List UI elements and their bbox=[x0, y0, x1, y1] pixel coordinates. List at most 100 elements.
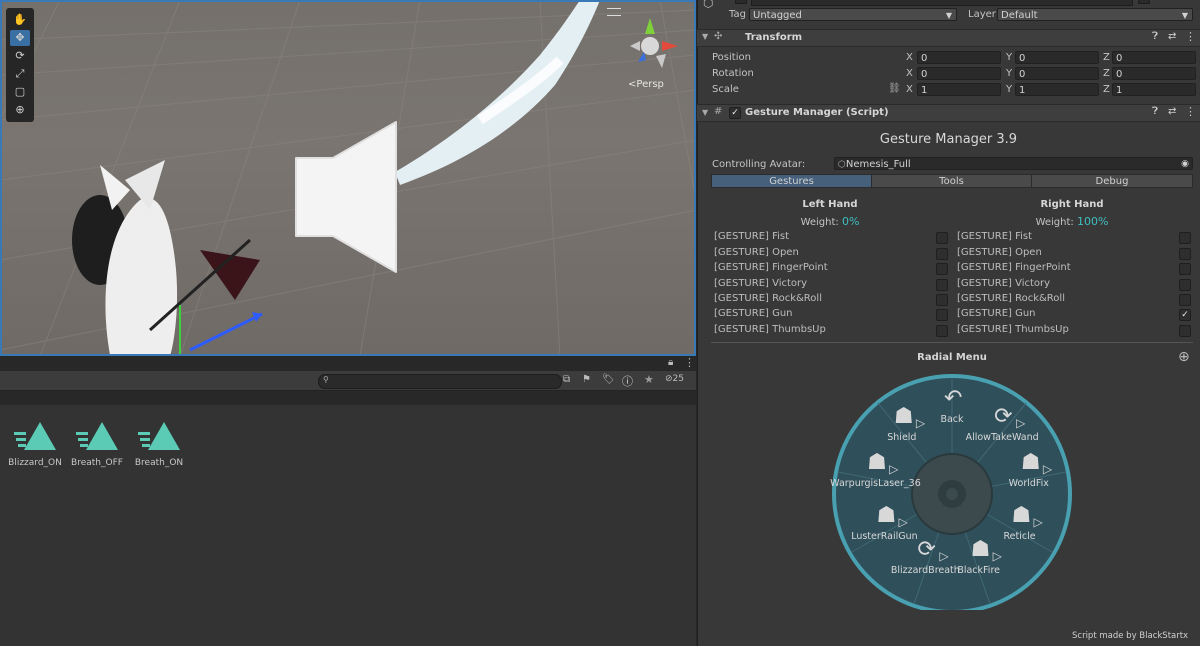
gesture-label: [GESTURE] Fist bbox=[714, 231, 790, 242]
gesture-checkbox[interactable] bbox=[1179, 279, 1191, 291]
presets-icon[interactable]: ⇄ bbox=[1168, 106, 1176, 117]
radial-item-label[interactable]: WarpurgisLaser_36 bbox=[830, 478, 921, 489]
toggle-cycle-icon: ⟳ bbox=[994, 404, 1013, 430]
position-x-value: 0 bbox=[921, 53, 928, 64]
gesture-checkbox[interactable] bbox=[936, 279, 948, 291]
project-search-input[interactable]: ⚲ bbox=[318, 374, 562, 389]
rotation-z-field[interactable]: 0 bbox=[1112, 67, 1196, 80]
rotate-tool-icon[interactable]: ⟳ bbox=[10, 48, 30, 64]
scale-y-value: 1 bbox=[1019, 85, 1026, 96]
add-circle-icon[interactable]: ⊕ bbox=[1178, 350, 1190, 364]
active-checkbox[interactable] bbox=[735, 0, 747, 4]
scene-view[interactable]: ✋ ✥ ⟳ ⤢ ▢ ⊕ <Persp bbox=[0, 0, 696, 356]
hand-tool-icon[interactable]: ✋ bbox=[10, 12, 30, 28]
transform-tool-icon[interactable]: ⊕ bbox=[10, 102, 30, 118]
tab-gestures[interactable]: Gestures bbox=[711, 174, 872, 188]
scale-y-field[interactable]: 1 bbox=[1015, 83, 1099, 96]
tab-debug[interactable]: Debug bbox=[1031, 174, 1193, 188]
favorite-star-icon[interactable]: ★ bbox=[644, 373, 654, 386]
tab-tools[interactable]: Tools bbox=[871, 174, 1032, 188]
asset-item[interactable]: Breath_OFF bbox=[67, 420, 127, 468]
lock-icon[interactable]: 🔒︎ bbox=[668, 357, 673, 368]
gesture-label: [GESTURE] Rock&Roll bbox=[714, 293, 822, 304]
static-checkbox[interactable] bbox=[1138, 0, 1150, 4]
object-picker-icon[interactable]: ◉ bbox=[1181, 158, 1189, 171]
play-toggle-icon: ▷ bbox=[915, 416, 926, 431]
tool-palette: ✋ ✥ ⟳ ⤢ ▢ ⊕ bbox=[6, 8, 34, 122]
asset-item[interactable]: Breath_ON bbox=[129, 420, 189, 468]
radial-item-label[interactable]: BlizzardBreath bbox=[880, 565, 970, 576]
gesture-checkbox[interactable] bbox=[936, 232, 948, 244]
rect-tool-icon[interactable]: ▢ bbox=[10, 84, 30, 100]
radial-item-label[interactable]: AllowTakeWand bbox=[957, 432, 1047, 443]
radial-item-label[interactable]: LusterRailGun bbox=[839, 531, 929, 542]
script-icon: # bbox=[714, 106, 723, 117]
rotation-x-field[interactable]: 0 bbox=[917, 67, 1001, 80]
controlling-avatar-field[interactable]: ⬡Nemesis_Full ◉ bbox=[834, 157, 1193, 170]
position-y-field[interactable]: 0 bbox=[1015, 51, 1099, 64]
persp-label[interactable]: <Persp bbox=[628, 79, 664, 90]
person-icon: ☗ bbox=[970, 537, 991, 563]
gesture-checkbox[interactable] bbox=[936, 325, 948, 337]
avatar-object-icon: ⬡ bbox=[838, 160, 846, 170]
play-toggle-icon: ▷ bbox=[1033, 515, 1043, 529]
scale-z-field[interactable]: 1 bbox=[1112, 83, 1196, 96]
hidden-count-badge[interactable]: ⊘25 bbox=[665, 374, 684, 384]
radial-item-label[interactable]: Shield bbox=[857, 432, 947, 443]
gesture-label: [GESTURE] Victory bbox=[714, 278, 808, 289]
position-z-field[interactable]: 0 bbox=[1112, 51, 1196, 64]
avatar-model bbox=[72, 160, 263, 356]
person-icon: ☗ bbox=[876, 503, 897, 528]
foldout-arrow-icon[interactable]: ▼ bbox=[702, 108, 708, 117]
tab-gestures-label: Gestures bbox=[769, 176, 814, 187]
gesture-checkbox[interactable] bbox=[936, 309, 948, 321]
link-scale-icon[interactable]: ⛓︎ bbox=[888, 83, 901, 94]
hidden-count: 25 bbox=[672, 374, 684, 384]
more-menu-icon[interactable]: ⋮ bbox=[684, 356, 695, 369]
footer-credit: Script made by BlackStartx bbox=[1072, 631, 1189, 641]
chevron-down-icon: ▼ bbox=[1181, 11, 1188, 20]
name-field[interactable] bbox=[751, 0, 1133, 6]
asset-item[interactable]: Blizzard_ON bbox=[5, 420, 65, 468]
position-x-field[interactable]: 0 bbox=[917, 51, 1001, 64]
scale-x-field[interactable]: 1 bbox=[917, 83, 1001, 96]
transform-title: Transform bbox=[745, 32, 803, 43]
more-menu-icon[interactable]: ⋮ bbox=[1185, 105, 1196, 118]
weight-value: 0% bbox=[841, 215, 860, 228]
gesture-checkbox[interactable] bbox=[1179, 232, 1191, 244]
axis-y-label: Y bbox=[1006, 52, 1013, 63]
layer-dropdown[interactable]: Default ▼ bbox=[997, 8, 1193, 21]
gesture-label: [GESTURE] Open bbox=[957, 247, 1042, 258]
filter-icon[interactable]: ⚑ bbox=[582, 374, 591, 385]
help-icon[interactable]: ❓︎ bbox=[1152, 106, 1158, 117]
scene-menu-icon[interactable] bbox=[607, 8, 621, 16]
help-icon[interactable]: ❓︎ bbox=[1152, 31, 1158, 42]
label-tag-icon[interactable]: 🏷︎ bbox=[602, 374, 615, 385]
gesture-label: [GESTURE] Fist bbox=[957, 231, 1033, 242]
scale-tool-icon[interactable]: ⤢ bbox=[10, 66, 30, 82]
rotation-y-field[interactable]: 0 bbox=[1015, 67, 1099, 80]
gesture-checkbox[interactable] bbox=[1179, 325, 1191, 337]
weight-value: 100% bbox=[1076, 215, 1109, 228]
gesture-checkbox-checked[interactable]: ✓ bbox=[1179, 309, 1191, 321]
play-toggle-icon: ▷ bbox=[898, 515, 908, 529]
gesture-checkbox[interactable] bbox=[936, 248, 948, 260]
warning-filter-icon[interactable]: ⓘ bbox=[622, 373, 633, 389]
play-toggle-icon: ▷ bbox=[1016, 416, 1026, 431]
gesture-label: [GESTURE] Gun bbox=[957, 308, 1036, 319]
presets-icon[interactable]: ⇄ bbox=[1168, 31, 1176, 42]
axis-y-label: Y bbox=[1006, 68, 1013, 79]
gesture-checkbox[interactable] bbox=[1179, 294, 1191, 306]
gesture-checkbox[interactable] bbox=[1179, 263, 1191, 275]
more-menu-icon[interactable]: ⋮ bbox=[1185, 30, 1196, 43]
gesture-checkbox[interactable] bbox=[936, 263, 948, 275]
foldout-arrow-icon[interactable]: ▼ bbox=[702, 32, 708, 41]
tag-dropdown[interactable]: Untagged ▼ bbox=[749, 8, 957, 21]
gesture-checkbox[interactable] bbox=[936, 294, 948, 306]
search-by-type-icon[interactable]: ⧉ bbox=[563, 374, 570, 385]
project-lock-bar: 🔒︎ ⋮ bbox=[0, 356, 696, 371]
radial-item-label[interactable]: WorldFix bbox=[984, 478, 1074, 489]
component-enabled-checkbox[interactable]: ✓ bbox=[729, 107, 741, 119]
gesture-checkbox[interactable] bbox=[1179, 248, 1191, 260]
move-tool-icon[interactable]: ✥ bbox=[10, 30, 30, 46]
